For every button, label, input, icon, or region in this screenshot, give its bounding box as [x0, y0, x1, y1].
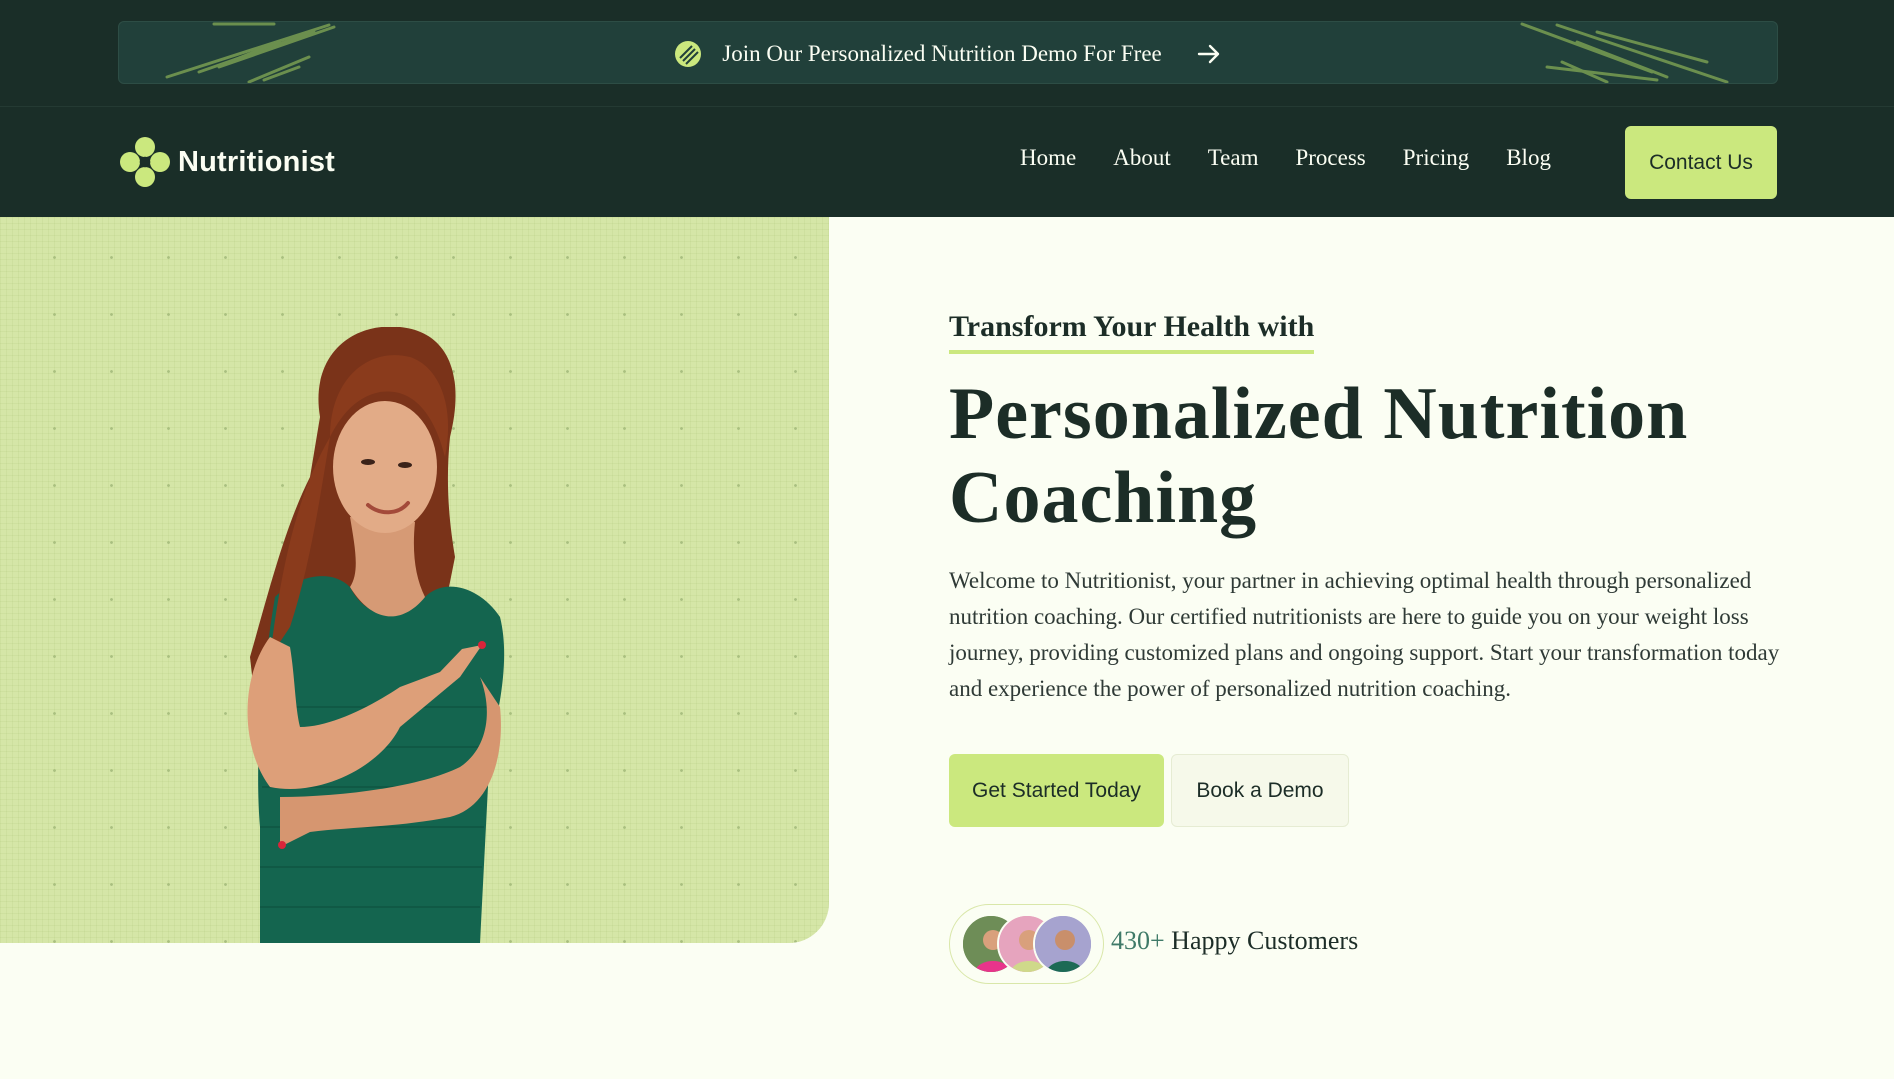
- hero-image-panel: [0, 217, 829, 943]
- leaf-badge-icon: [675, 40, 702, 67]
- happy-customers: 430+ Happy Customers: [1111, 926, 1358, 956]
- customers-count: 430+: [1111, 926, 1165, 955]
- main-nav: Nutritionist Home About Team Process Pri…: [0, 106, 1894, 217]
- get-started-button[interactable]: Get Started Today: [949, 754, 1164, 827]
- nutritionist-photo: [247, 327, 505, 943]
- avatar-image: [1035, 916, 1091, 972]
- nav-links: Home About Team Process Pricing Blog: [1020, 145, 1551, 171]
- arrow-right-icon[interactable]: [1196, 41, 1222, 67]
- banner-decoration-right: [1520, 22, 1729, 83]
- top-bar: Join Our Personalized Nutrition Demo For…: [0, 0, 1894, 106]
- headline-line-2: Coaching: [949, 457, 1258, 539]
- brand-logo[interactable]: Nutritionist: [118, 135, 335, 189]
- book-demo-button[interactable]: Book a Demo: [1171, 754, 1349, 827]
- hero-eyebrow: Transform Your Health with: [949, 310, 1315, 354]
- banner-text: Join Our Personalized Nutrition Demo For…: [722, 40, 1162, 66]
- promo-banner[interactable]: Join Our Personalized Nutrition Demo For…: [118, 21, 1778, 84]
- hero-eyebrow-wrap: Transform Your Health with: [949, 310, 1315, 354]
- headline-line-1: Personalized Nutrition: [949, 373, 1689, 455]
- contact-us-button[interactable]: Contact Us: [1625, 126, 1777, 199]
- brand-name: Nutritionist: [178, 145, 336, 178]
- nav-link-process[interactable]: Process: [1295, 145, 1365, 171]
- nav-link-blog[interactable]: Blog: [1506, 145, 1551, 171]
- hero-intro: Welcome to Nutritionist, your partner in…: [949, 568, 1780, 701]
- clover-logo-icon: [120, 137, 170, 187]
- nav-link-about[interactable]: About: [1113, 145, 1171, 171]
- customers-label: Happy Customers: [1171, 926, 1359, 955]
- avatar: [1033, 914, 1093, 974]
- nav-link-home[interactable]: Home: [1020, 145, 1076, 171]
- nav-link-team[interactable]: Team: [1208, 145, 1259, 171]
- nav-link-pricing[interactable]: Pricing: [1403, 145, 1469, 171]
- hero-headline: Personalized Nutrition Coaching: [949, 372, 1809, 540]
- customer-avatars: [949, 904, 1104, 984]
